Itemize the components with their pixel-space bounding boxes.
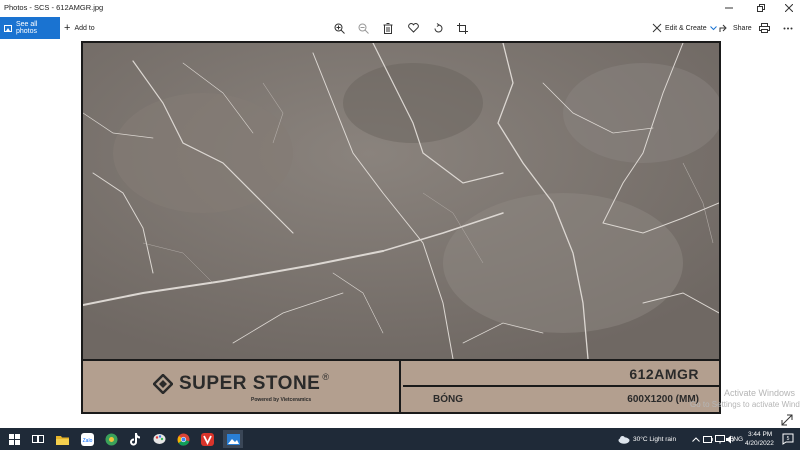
edit-create-label: Edit & Create [665, 24, 707, 32]
share-button[interactable]: Share [719, 17, 752, 39]
restore-icon [757, 4, 765, 12]
start-icon[interactable] [6, 431, 22, 447]
delete-icon[interactable] [380, 20, 396, 36]
paint-icon[interactable] [151, 431, 167, 447]
brand-tagline: Powered by Vietceramics [251, 397, 312, 403]
close-icon [785, 4, 793, 12]
language-indicator[interactable]: ENG [729, 436, 743, 443]
add-to-button[interactable]: + Add to [64, 17, 95, 39]
see-all-photos-button[interactable]: See all photos [0, 17, 60, 39]
edit-create-button[interactable]: Edit & Create [652, 17, 717, 39]
favorite-icon[interactable] [405, 20, 421, 36]
chrome-icon[interactable] [175, 431, 191, 447]
rotate-icon[interactable] [430, 20, 446, 36]
photos-taskbar-icon[interactable] [223, 430, 243, 448]
brand-name: SUPER STONE [179, 373, 321, 394]
close-button[interactable] [778, 0, 800, 16]
share-icon [719, 24, 727, 32]
share-label: Share [733, 24, 752, 32]
photos-app-window: Photos - SCS - 612AMGR.jpg See all photo… [0, 0, 800, 450]
window-title: Photos - SCS - 612AMGR.jpg [4, 3, 104, 12]
logo-area: SUPER STONE ® Powered by Vietceramics [83, 361, 401, 412]
minimize-icon [725, 7, 733, 9]
see-all-label: See all photos [15, 21, 38, 35]
product-info-panel: SUPER STONE ® Powered by Vietceramics 61… [83, 359, 719, 412]
maximize-button[interactable] [750, 0, 772, 16]
tile-image: SUPER STONE ® Powered by Vietceramics 61… [81, 41, 721, 414]
task-view-icon[interactable] [30, 431, 46, 447]
marble-texture [83, 43, 719, 359]
clock-time[interactable]: 3:44 PM [748, 431, 772, 438]
taskbar: Zalo 30°C Light rain ENG 3:44 PM 4/20/20… [0, 428, 800, 450]
vivaldi-icon[interactable] [199, 431, 215, 447]
print-icon[interactable] [756, 20, 772, 36]
product-finish: BÓNG [433, 394, 463, 405]
product-code: 612AMGR [629, 366, 699, 382]
plus-icon: + [64, 22, 71, 34]
activation-watermark-text: Go to Settings to activate Windows. [690, 400, 800, 409]
clock-date[interactable]: 4/20/2022 [745, 440, 774, 447]
zoom-out-icon[interactable] [355, 20, 371, 36]
add-to-label: Add to [74, 24, 95, 32]
toolbar: See all photos + Add to Edit & Create Sh… [0, 17, 800, 39]
zoom-in-icon[interactable] [331, 20, 347, 36]
weather-text[interactable]: 30°C Light rain [633, 436, 676, 443]
registered-mark: ® [322, 372, 329, 382]
activation-watermark-title: Activate Windows [724, 388, 796, 398]
zalo-icon[interactable]: Zalo [79, 431, 95, 447]
brand-logo: SUPER STONE ® [153, 372, 329, 395]
crop-icon[interactable] [454, 20, 470, 36]
notification-count: 5 [787, 436, 790, 442]
product-size: 600X1200 (MM) [627, 394, 699, 405]
svg-text:Zalo: Zalo [82, 438, 92, 444]
minimize-button[interactable] [718, 0, 740, 16]
tiktok-icon[interactable] [127, 431, 143, 447]
app-icon[interactable] [103, 431, 119, 447]
super-stone-logo-icon [153, 374, 173, 394]
edit-icon [652, 23, 662, 33]
file-explorer-icon[interactable] [54, 431, 70, 447]
title-bar: Photos - SCS - 612AMGR.jpg [0, 0, 800, 16]
product-code-cell: 612AMGR [403, 361, 719, 387]
chevron-down-icon [709, 25, 717, 30]
notification-icon[interactable]: 5 [780, 431, 796, 447]
photos-icon [4, 24, 12, 32]
more-options-icon[interactable] [780, 20, 796, 36]
weather-icon[interactable] [616, 431, 632, 447]
fullscreen-icon[interactable] [781, 413, 793, 426]
